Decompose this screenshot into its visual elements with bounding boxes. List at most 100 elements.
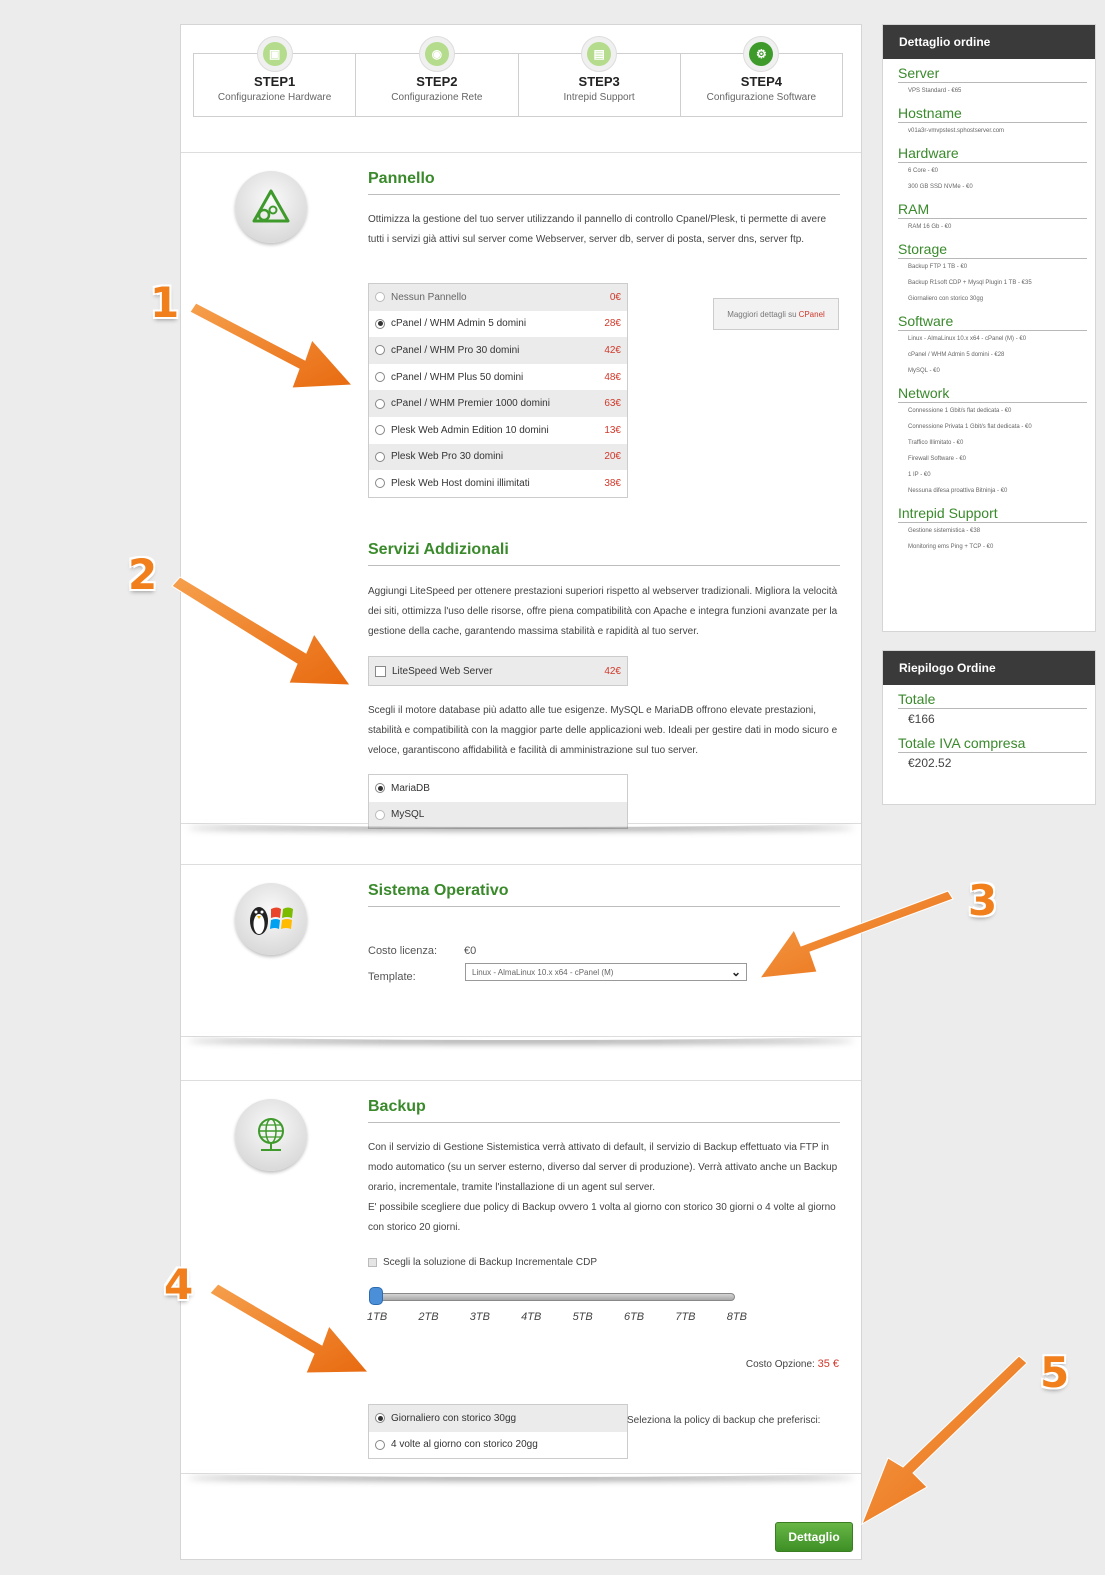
step-2[interactable]: ◉ STEP2 Configurazione Rete — [356, 36, 519, 116]
panel-option[interactable]: Plesk Web Host domini illimitati 38€ — [369, 470, 627, 497]
radio[interactable] — [375, 318, 385, 329]
panel-options: Nessun Pannello 0€ cPanel / WHM Admin 5 d… — [368, 283, 628, 498]
option-price: 38€ — [604, 477, 621, 489]
dettaglio-button[interactable]: Dettaglio — [775, 1522, 853, 1552]
sidebar-item: MySQL - €0 — [898, 363, 1087, 379]
slider-tick: 8TB — [726, 1311, 747, 1323]
panel-option[interactable]: Plesk Web Pro 30 domini 20€ — [369, 443, 627, 471]
template-select[interactable]: Linux - AlmaLinux 10.x x64 - cPanel (M) … — [465, 963, 747, 981]
radio[interactable] — [375, 425, 385, 436]
litespeed-option-box: LiteSpeed Web Server 42€ — [368, 656, 628, 686]
option-price: 63€ — [604, 398, 621, 410]
servizi-description: Aggiungi LiteSpeed per ottenere prestazi… — [368, 586, 838, 637]
radio[interactable] — [375, 1413, 385, 1424]
policy-note: Seleziona la policy di backup che prefer… — [627, 1415, 821, 1426]
option-label: LiteSpeed Web Server — [392, 665, 493, 677]
panel-option[interactable]: Nessun Pannello 0€ — [369, 284, 627, 311]
cdp-checkbox[interactable] — [368, 1258, 377, 1267]
summary-title: Totale IVA compresa — [898, 735, 1087, 753]
option-price: 13€ — [604, 424, 621, 436]
option-price: 20€ — [604, 451, 621, 463]
radio[interactable] — [375, 345, 385, 356]
sidebar-item: Nessuna difesa proattiva Bitninja - €0 — [898, 483, 1087, 499]
sidebar-section-support: Intrepid Support Gestione sistemistica -… — [883, 505, 1095, 555]
step-4[interactable]: ⚙ STEP4 Configurazione Software — [681, 36, 842, 116]
slider-handle[interactable] — [369, 1287, 383, 1305]
step-wizard: ▣ STEP1 Configurazione Hardware ◉ STEP2 … — [193, 36, 843, 117]
sidebar-item: 300 GB SSD NVMe - €0 — [898, 179, 1087, 195]
litespeed-option[interactable]: LiteSpeed Web Server 42€ — [369, 657, 627, 685]
option-price: 42€ — [604, 665, 621, 677]
sidebar-item: Connessione 1 Gbit/s flat dedicata - €0 — [898, 403, 1087, 419]
software-step-icon: ⚙ — [743, 36, 780, 72]
option-label: cPanel / WHM Plus 50 domini — [391, 371, 524, 383]
backup-policy-options: Giornaliero con storico 30gg 4 volte al … — [368, 1404, 628, 1460]
database-option[interactable]: MariaDB — [369, 775, 627, 802]
option-price: 28€ — [604, 318, 621, 330]
step-title: STEP2 — [416, 74, 458, 89]
slider-tick: 6TB — [623, 1311, 645, 1323]
option-label: Plesk Web Host domini illimitati — [391, 477, 530, 489]
radio[interactable] — [375, 292, 385, 303]
option-cost: Costo Opzione: 35 € — [746, 1358, 839, 1370]
order-summary-panel: Riepilogo Ordine Totale €166 Totale IVA … — [882, 650, 1096, 805]
pannello-title: Pannello — [368, 170, 840, 195]
control-panel-icon — [235, 171, 307, 243]
sidebar-item: Monitoring ems Ping + TCP - €0 — [898, 539, 1087, 555]
license-label: Costo licenza: — [368, 945, 438, 957]
panel-option[interactable]: Plesk Web Admin Edition 10 domini 13€ — [369, 417, 627, 444]
radio[interactable] — [375, 398, 385, 409]
sidebar-section-hostname: Hostname v01a3r-vmvpstest.sphostserver.c… — [883, 105, 1095, 139]
option-label: 4 volte al giorno con storico 20gg — [391, 1439, 538, 1451]
configurator-panel: ▣ STEP1 Configurazione Hardware ◉ STEP2 … — [180, 24, 862, 1560]
step-title: STEP3 — [578, 74, 620, 89]
radio[interactable] — [375, 372, 385, 383]
sidebar-item: Connessione Privata 1 Gbit/s flat dedica… — [898, 419, 1087, 435]
step-3[interactable]: ▤ STEP3 Intrepid Support — [519, 36, 681, 116]
litespeed-checkbox[interactable] — [375, 665, 386, 677]
cpanel-details-button[interactable]: Maggiori dettagli su CPanel — [713, 298, 839, 330]
option-label: cPanel / WHM Pro 30 domini — [391, 344, 520, 356]
button-label: Maggiori dettagli su — [727, 309, 797, 319]
backup-size-slider[interactable] — [369, 1293, 735, 1301]
order-detail-title: Dettaglio ordine — [883, 25, 1095, 59]
annotation-number-4: 4 — [164, 1260, 194, 1309]
radio[interactable] — [375, 451, 385, 462]
panel-option[interactable]: cPanel / WHM Premier 1000 domini 63€ — [369, 390, 627, 417]
option-price: 0€ — [609, 291, 621, 303]
radio[interactable] — [375, 478, 385, 489]
step-subtitle: Configurazione Hardware — [217, 92, 332, 103]
sidebar-section-title: Network — [898, 385, 1087, 403]
sidebar-item: cPanel / WHM Admin 5 domini - €28 — [898, 347, 1087, 363]
order-summary-title: Riepilogo Ordine — [883, 651, 1095, 685]
sidebar-item: Gestione sistemistica - €38 — [898, 523, 1087, 539]
os-title: Sistema Operativo — [368, 882, 840, 907]
template-label: Template: — [368, 971, 416, 983]
annotation-number-3: 3 — [968, 876, 998, 925]
slider-tick: 4TB — [521, 1311, 542, 1323]
radio[interactable] — [375, 1439, 385, 1450]
cdp-option[interactable]: Scegli la soluzione di Backup Incrementa… — [368, 1257, 597, 1268]
os-section: Sistema Operativo Costo licenza: €0 Temp… — [181, 864, 861, 1037]
sidebar-section-ram: RAM RAM 16 Gb - €0 — [883, 201, 1095, 235]
policy-option[interactable]: Giornaliero con storico 30gg — [369, 1405, 627, 1432]
panel-option[interactable]: cPanel / WHM Plus 50 domini 48€ — [369, 364, 627, 391]
support-step-icon: ▤ — [581, 36, 618, 72]
summary-value: €202.52 — [898, 753, 1087, 773]
backup-title: Backup — [368, 1098, 840, 1123]
license-value: €0 — [464, 945, 477, 957]
radio[interactable] — [375, 783, 385, 794]
annotation-number-2: 2 — [128, 550, 158, 599]
slider-tick: 1TB — [367, 1311, 388, 1323]
hardware-step-icon: ▣ — [256, 36, 293, 72]
step-subtitle: Intrepid Support — [563, 92, 635, 103]
sidebar-section-network: Network Connessione 1 Gbit/s flat dedica… — [883, 385, 1095, 499]
slider-ticks: 1TB 2TB 3TB 4TB 5TB 6TB 7TB 8TB — [367, 1311, 747, 1323]
panel-option[interactable]: cPanel / WHM Pro 30 domini 42€ — [369, 337, 627, 364]
panel-option[interactable]: cPanel / WHM Admin 5 domini 28€ — [369, 311, 627, 338]
policy-option[interactable]: 4 volte al giorno con storico 20gg — [369, 1431, 627, 1459]
step-1[interactable]: ▣ STEP1 Configurazione Hardware — [194, 36, 357, 116]
summary-total: Totale €166 — [883, 691, 1095, 729]
slider-tick: 5TB — [572, 1311, 593, 1323]
chevron-down-icon: ⌄ — [730, 965, 741, 979]
